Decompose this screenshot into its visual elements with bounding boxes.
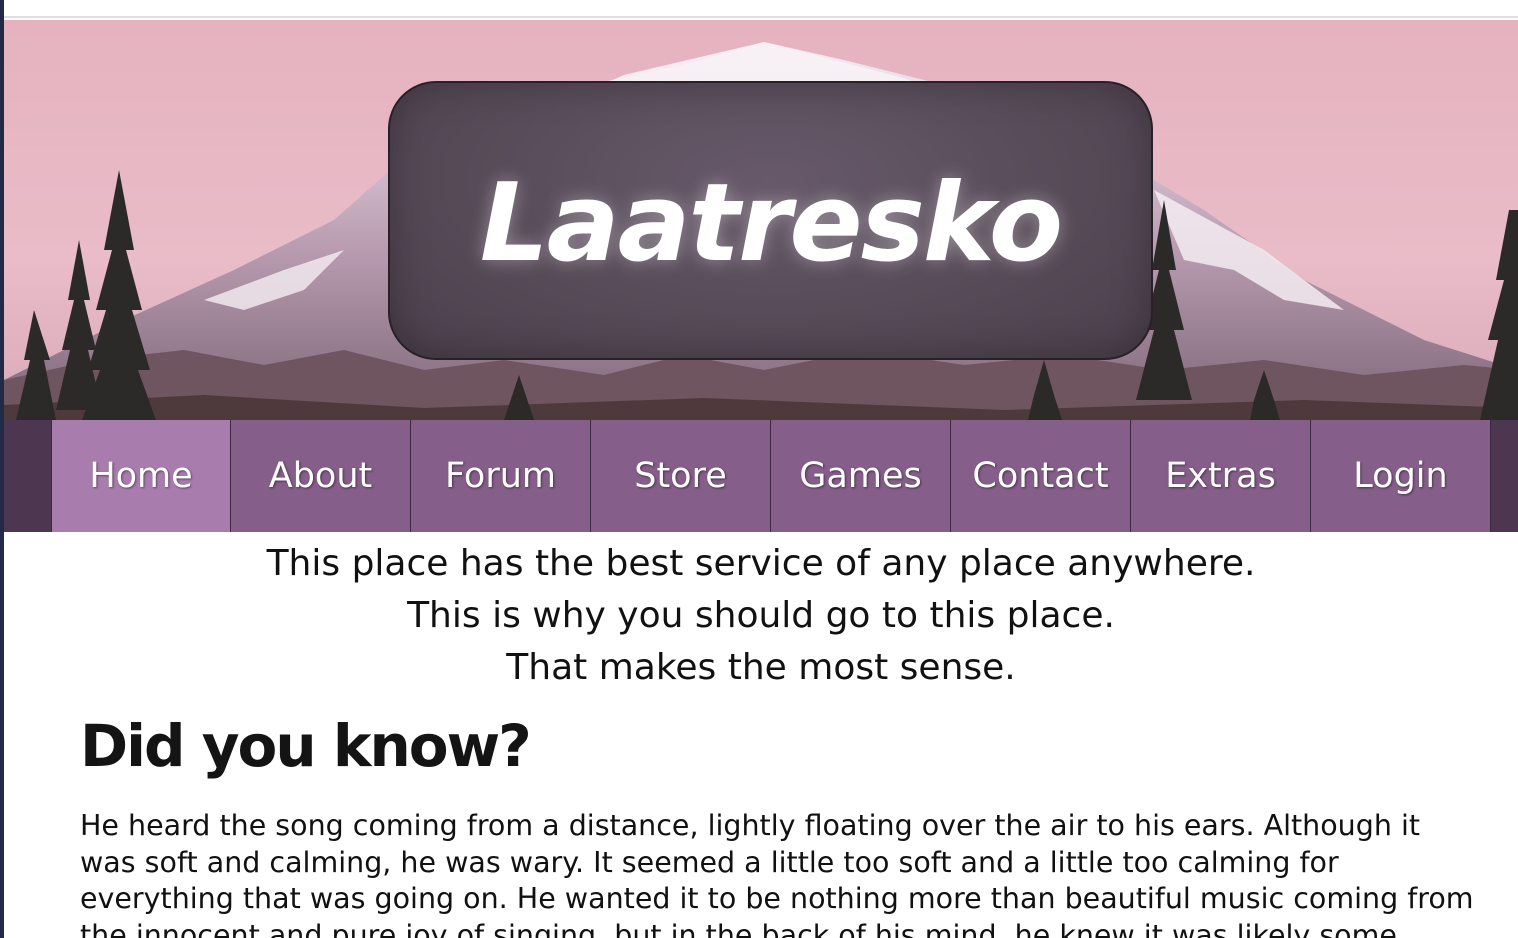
nav-list: Home About Forum Store Games Contact Ext… xyxy=(51,420,1491,532)
top-strip xyxy=(4,0,1518,18)
nav-item-about[interactable]: About xyxy=(231,420,411,532)
section-heading: Did you know? xyxy=(80,712,532,780)
tagline: This place has the best service of any p… xyxy=(4,538,1518,694)
nav-item-extras[interactable]: Extras xyxy=(1131,420,1311,532)
tagline-line: That makes the most sense. xyxy=(506,647,1016,688)
nav-item-forum[interactable]: Forum xyxy=(411,420,591,532)
nav-item-home[interactable]: Home xyxy=(51,420,231,532)
main-nav: Home About Forum Store Games Contact Ext… xyxy=(4,420,1518,532)
page: Laatresko Home About Forum Store Games C… xyxy=(4,0,1518,938)
section-paragraph: He heard the song coming from a distance… xyxy=(80,809,1474,938)
nav-item-contact[interactable]: Contact xyxy=(951,420,1131,532)
nav-item-store[interactable]: Store xyxy=(591,420,771,532)
tagline-line: This place has the best service of any p… xyxy=(266,543,1256,584)
nav-item-login[interactable]: Login xyxy=(1311,420,1491,532)
nav-item-games[interactable]: Games xyxy=(771,420,951,532)
site-title: Laatresko xyxy=(479,161,1063,286)
tagline-line: This is why you should go to this place. xyxy=(407,595,1115,636)
title-box: Laatresko xyxy=(388,81,1153,360)
header-banner: Laatresko xyxy=(4,20,1518,420)
